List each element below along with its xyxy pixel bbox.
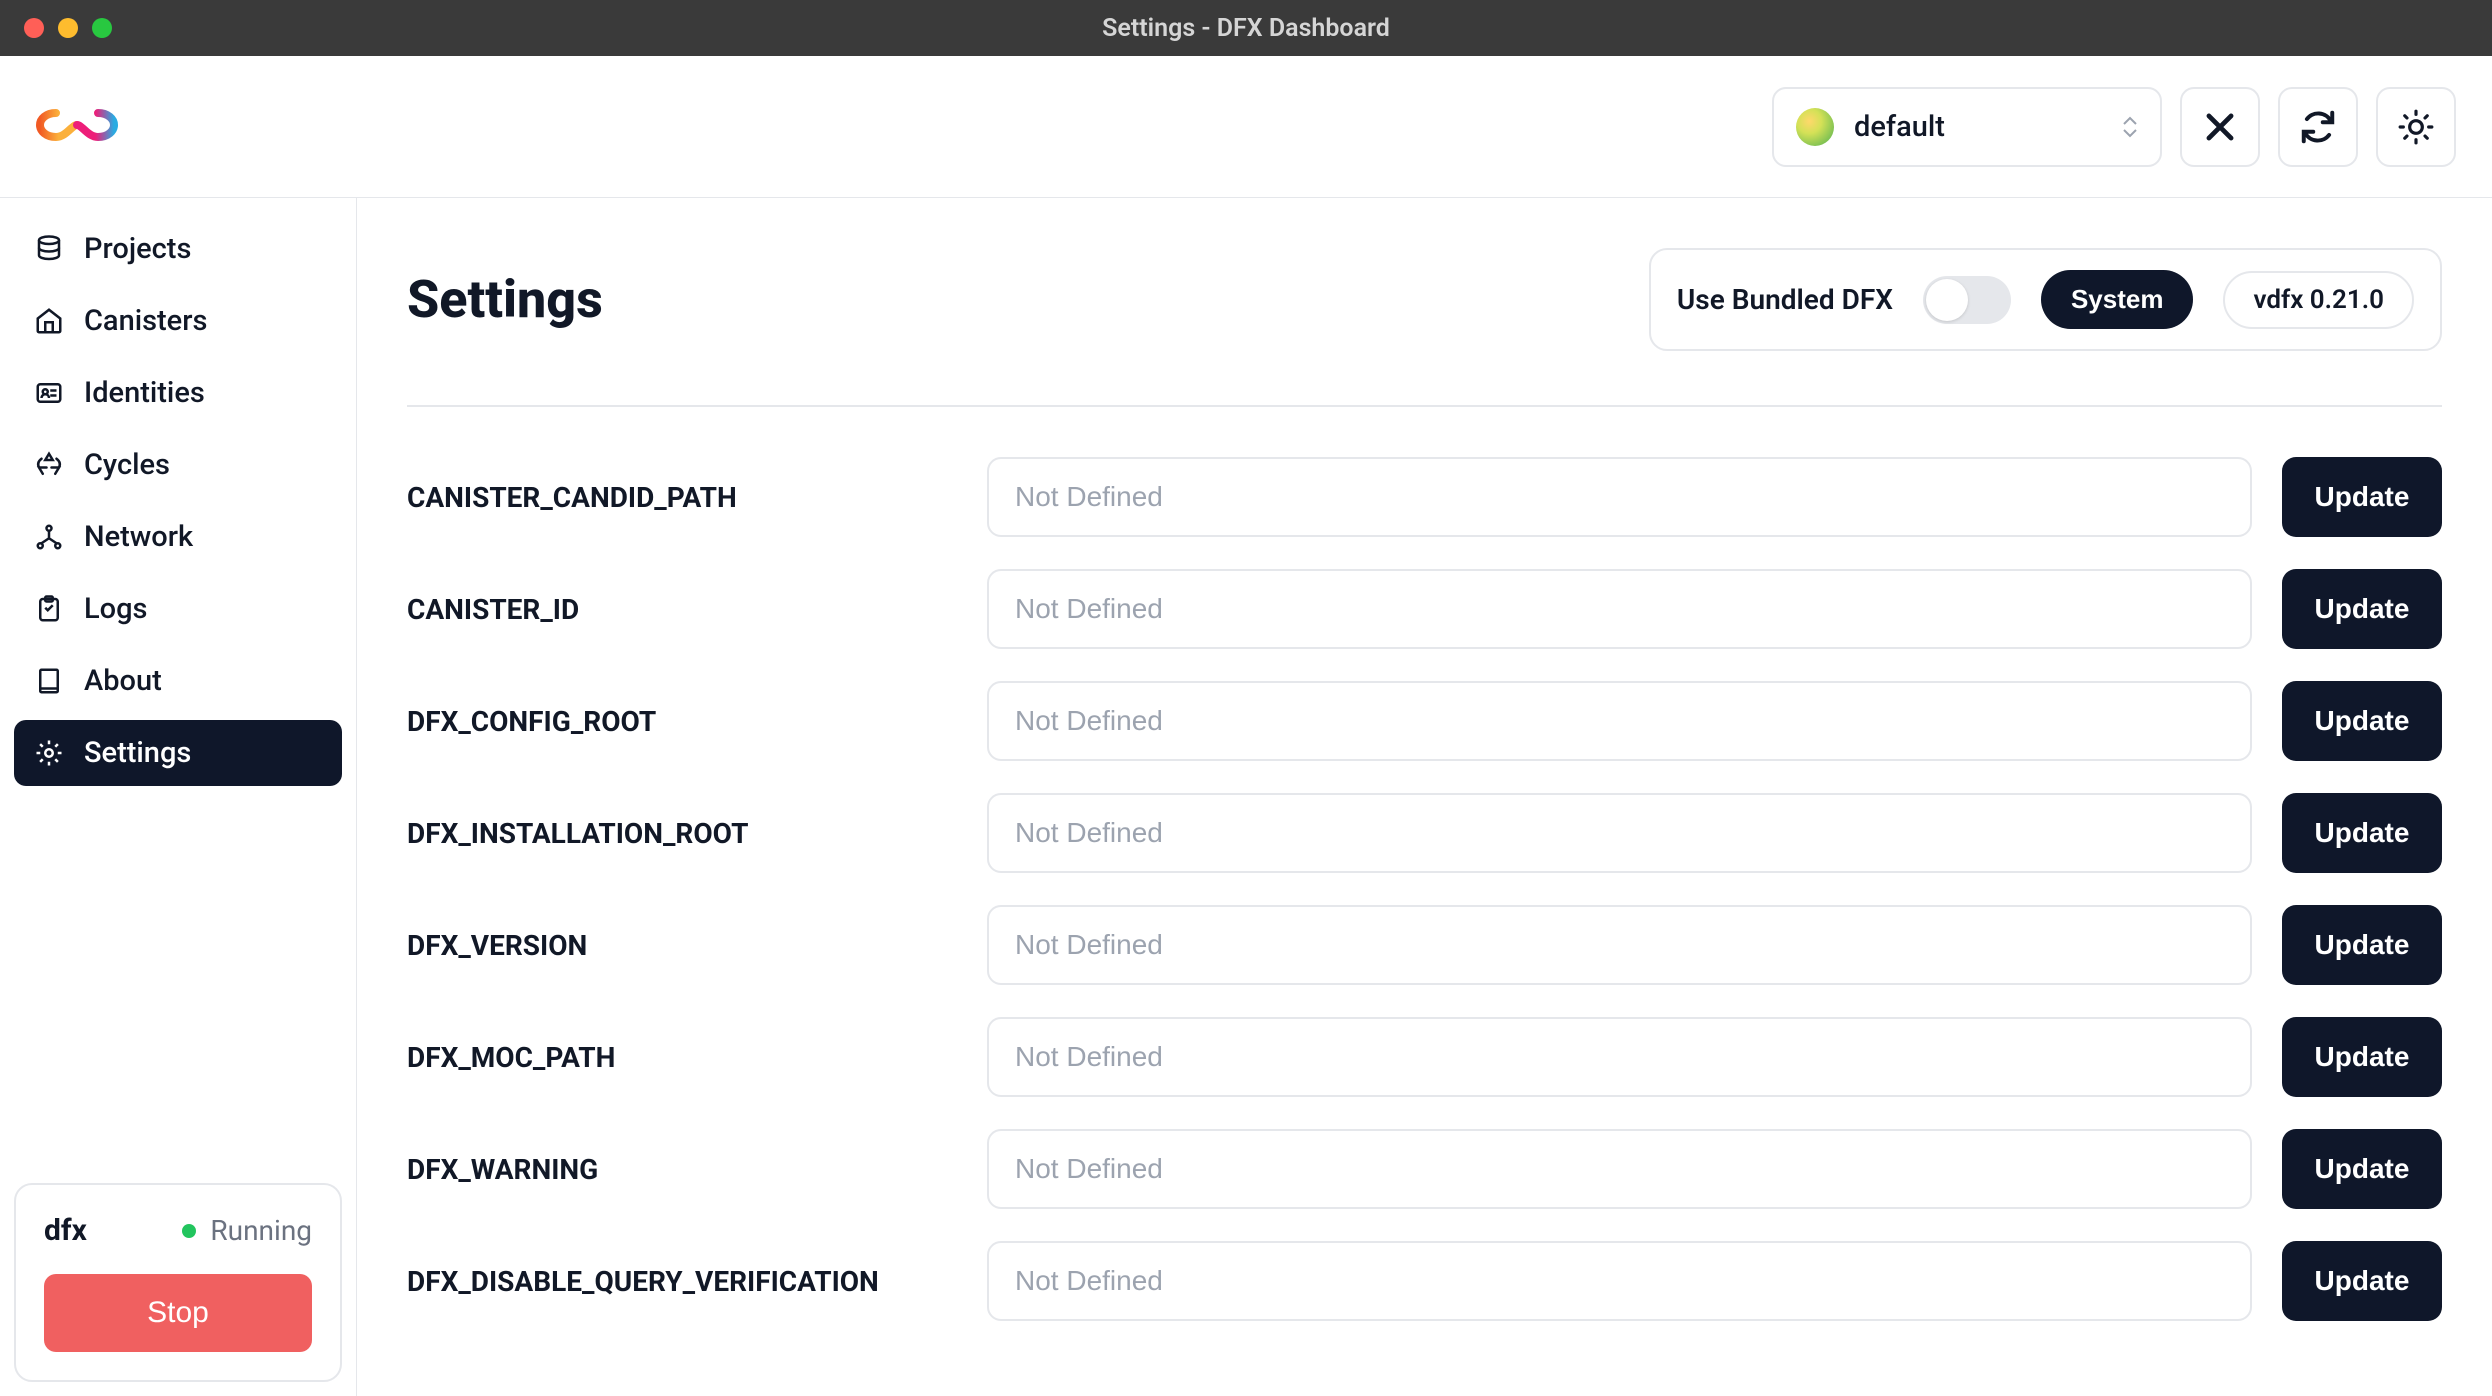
main-content: Settings Use Bundled DFX System vdfx 0.2… <box>357 198 2492 1396</box>
close-button[interactable] <box>2180 87 2260 167</box>
sidebar-item-about[interactable]: About <box>14 648 342 714</box>
setting-row: DFX_VERSION Update <box>407 905 2442 985</box>
setting-input[interactable] <box>987 681 2252 761</box>
nav-label: Projects <box>84 232 191 266</box>
update-button[interactable]: Update <box>2282 793 2442 873</box>
app-logo <box>36 105 118 149</box>
app-body: Projects Canisters Identities Cycles Net… <box>0 198 2492 1396</box>
chevrons-up-down-icon <box>2122 116 2138 138</box>
app-header: default <box>0 56 2492 198</box>
dfx-status-text: Running <box>210 1214 312 1247</box>
nav-label: Identities <box>84 376 205 410</box>
update-button[interactable]: Update <box>2282 905 2442 985</box>
infinity-icon <box>36 105 118 145</box>
setting-row: CANISTER_ID Update <box>407 569 2442 649</box>
network-icon <box>34 522 64 552</box>
update-button[interactable]: Update <box>2282 1017 2442 1097</box>
recycle-icon <box>34 450 64 480</box>
setting-label: DFX_DISABLE_QUERY_VERIFICATION <box>407 1265 957 1298</box>
bundled-dfx-toggle[interactable] <box>1923 276 2011 324</box>
settings-controls: Use Bundled DFX System vdfx 0.21.0 <box>1649 248 2442 351</box>
dfx-stop-button[interactable]: Stop <box>44 1274 312 1352</box>
setting-label: CANISTER_CANDID_PATH <box>407 481 957 514</box>
sidebar: Projects Canisters Identities Cycles Net… <box>0 198 357 1396</box>
sidebar-item-logs[interactable]: Logs <box>14 576 342 642</box>
window-maximize-button[interactable] <box>92 18 112 38</box>
setting-input[interactable] <box>987 457 2252 537</box>
dfx-label: dfx <box>44 1213 87 1248</box>
database-icon <box>34 234 64 264</box>
refresh-button[interactable] <box>2278 87 2358 167</box>
divider <box>407 405 2442 407</box>
setting-input[interactable] <box>987 1129 2252 1209</box>
sidebar-item-canisters[interactable]: Canisters <box>14 288 342 354</box>
window-minimize-button[interactable] <box>58 18 78 38</box>
update-button[interactable]: Update <box>2282 569 2442 649</box>
setting-input[interactable] <box>987 1241 2252 1321</box>
gear-icon <box>34 738 64 768</box>
setting-input[interactable] <box>987 793 2252 873</box>
sidebar-item-settings[interactable]: Settings <box>14 720 342 786</box>
settings-rows: CANISTER_CANDID_PATH Update CANISTER_ID Upd… <box>407 457 2442 1321</box>
nav-label: Logs <box>84 592 147 626</box>
setting-row: DFX_MOC_PATH Update <box>407 1017 2442 1097</box>
identity-name: default <box>1854 110 2102 144</box>
sidebar-item-cycles[interactable]: Cycles <box>14 432 342 498</box>
nav-label: About <box>84 664 162 698</box>
nav-label: Network <box>84 520 193 554</box>
traffic-lights <box>24 18 112 38</box>
update-button[interactable]: Update <box>2282 457 2442 537</box>
x-icon <box>2201 108 2239 146</box>
nav-label: Canisters <box>84 304 207 338</box>
setting-label: DFX_VERSION <box>407 929 957 962</box>
sidebar-item-network[interactable]: Network <box>14 504 342 570</box>
window-close-button[interactable] <box>24 18 44 38</box>
refresh-icon <box>2299 108 2337 146</box>
nav-label: Cycles <box>84 448 170 482</box>
sidebar-item-projects[interactable]: Projects <box>14 216 342 282</box>
dfx-status-row: dfx Running <box>44 1213 312 1248</box>
dfx-status-group: Running <box>182 1214 312 1247</box>
identity-select[interactable]: default <box>1772 87 2162 167</box>
update-button[interactable]: Update <box>2282 681 2442 761</box>
id-icon <box>34 378 64 408</box>
status-dot-icon <box>182 1224 196 1238</box>
home-icon <box>34 306 64 336</box>
title-bar: Settings - DFX Dashboard <box>0 0 2492 56</box>
clipboard-icon <box>34 594 64 624</box>
system-button[interactable]: System <box>2041 270 2194 329</box>
setting-label: DFX_MOC_PATH <box>407 1041 957 1074</box>
sidebar-item-identities[interactable]: Identities <box>14 360 342 426</box>
setting-input[interactable] <box>987 1017 2252 1097</box>
setting-label: DFX_CONFIG_ROOT <box>407 705 957 738</box>
window-title: Settings - DFX Dashboard <box>1102 14 1390 43</box>
bundled-dfx-label: Use Bundled DFX <box>1677 283 1893 316</box>
setting-label: DFX_INSTALLATION_ROOT <box>407 817 957 850</box>
setting-label: CANISTER_ID <box>407 593 957 626</box>
toggle-thumb <box>1926 279 1968 321</box>
update-button[interactable]: Update <box>2282 1241 2442 1321</box>
setting-row: DFX_CONFIG_ROOT Update <box>407 681 2442 761</box>
setting-row: CANISTER_CANDID_PATH Update <box>407 457 2442 537</box>
setting-input[interactable] <box>987 569 2252 649</box>
version-badge: vdfx 0.21.0 <box>2223 271 2414 329</box>
header-actions: default <box>1772 87 2456 167</box>
setting-row: DFX_INSTALLATION_ROOT Update <box>407 793 2442 873</box>
dfx-status-card: dfx Running Stop <box>14 1183 342 1382</box>
page-title: Settings <box>407 269 603 330</box>
nav-label: Settings <box>84 736 191 770</box>
update-button[interactable]: Update <box>2282 1129 2442 1209</box>
setting-row: DFX_DISABLE_QUERY_VERIFICATION Update <box>407 1241 2442 1321</box>
identity-avatar-icon <box>1796 108 1834 146</box>
setting-label: DFX_WARNING <box>407 1153 957 1186</box>
content-header: Settings Use Bundled DFX System vdfx 0.2… <box>407 248 2442 351</box>
setting-input[interactable] <box>987 905 2252 985</box>
book-icon <box>34 666 64 696</box>
setting-row: DFX_WARNING Update <box>407 1129 2442 1209</box>
sun-icon <box>2397 108 2435 146</box>
theme-toggle-button[interactable] <box>2376 87 2456 167</box>
